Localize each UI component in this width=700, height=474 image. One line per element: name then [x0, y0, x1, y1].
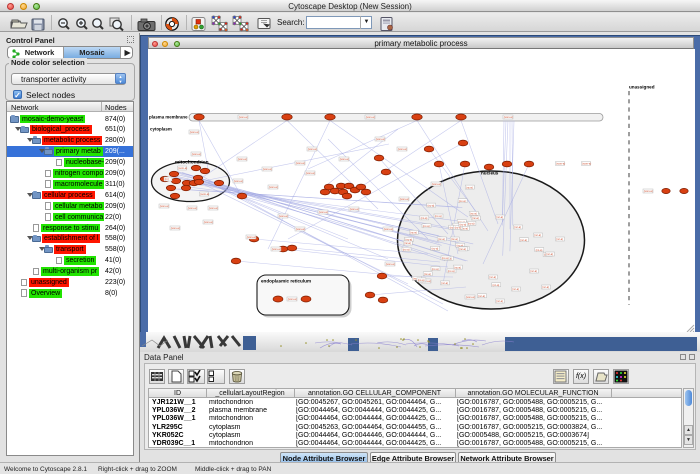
- svg-text:(nc-a): (nc-a): [459, 199, 466, 203]
- svg-text:(som-a): (som-a): [308, 147, 317, 151]
- svg-text:(nc-a): (nc-a): [489, 275, 496, 279]
- svg-text:(nc-a): (nc-a): [468, 222, 475, 226]
- svg-text:mitochondrion: mitochondrion: [175, 160, 209, 166]
- svg-text:(som-a): (som-a): [178, 166, 187, 170]
- svg-text:(som-a): (som-a): [340, 157, 349, 161]
- svg-text:(nc-a): (nc-a): [459, 247, 466, 251]
- svg-text:plasma membrane: plasma membrane: [149, 115, 188, 120]
- svg-text:(nc-a): (nc-a): [435, 214, 442, 218]
- svg-text:(som-a): (som-a): [306, 171, 315, 175]
- svg-text:(nc-a): (nc-a): [472, 216, 479, 220]
- svg-text:(nc-a): (nc-a): [441, 281, 448, 285]
- svg-text:(som-a): (som-a): [239, 115, 248, 119]
- svg-text:(nc-a): (nc-a): [428, 203, 435, 207]
- svg-text:(som-a): (som-a): [190, 130, 199, 134]
- svg-text:(nc-a): (nc-a): [496, 299, 503, 303]
- svg-text:(som-a): (som-a): [238, 157, 247, 161]
- svg-text:(som-a): (som-a): [272, 247, 281, 251]
- svg-text:(som-a): (som-a): [582, 162, 591, 166]
- svg-text:(som-a): (som-a): [384, 227, 393, 231]
- svg-text:endoplasmic reticulum: endoplasmic reticulum: [261, 279, 311, 284]
- svg-text:(som-a): (som-a): [556, 162, 565, 166]
- svg-text:(nc-a): (nc-a): [432, 267, 439, 271]
- svg-text:(nc-a): (nc-a): [438, 237, 445, 241]
- svg-text:(nc-a): (nc-a): [424, 272, 431, 276]
- svg-text:(som-a): (som-a): [386, 262, 395, 266]
- svg-text:(nc-a): (nc-a): [534, 233, 541, 237]
- svg-text:(som-a): (som-a): [296, 161, 305, 165]
- svg-text:(som-a): (som-a): [279, 214, 288, 218]
- svg-text:(som-a): (som-a): [209, 206, 218, 210]
- svg-text:(som-a): (som-a): [398, 147, 407, 151]
- svg-text:(som-a): (som-a): [204, 220, 213, 224]
- svg-text:(nc-a): (nc-a): [448, 269, 455, 273]
- svg-text:(nc-a): (nc-a): [423, 224, 430, 228]
- svg-text:(nc-a): (nc-a): [542, 285, 549, 289]
- svg-text:(nc-a): (nc-a): [466, 185, 473, 189]
- svg-text:(nc-a): (nc-a): [454, 265, 461, 269]
- svg-text:(som-a): (som-a): [504, 115, 513, 119]
- svg-text:(som-a): (som-a): [171, 226, 180, 230]
- svg-text:(nc-a): (nc-a): [403, 247, 410, 251]
- svg-text:(som-a): (som-a): [376, 137, 385, 141]
- svg-text:(som-a): (som-a): [263, 167, 272, 171]
- svg-text:(som-a): (som-a): [160, 204, 169, 208]
- svg-text:(som-a): (som-a): [432, 182, 441, 186]
- svg-text:unassigned: unassigned: [629, 85, 655, 90]
- svg-text:(nc-a): (nc-a): [460, 223, 467, 227]
- svg-text:(som-a): (som-a): [400, 197, 409, 201]
- svg-text:(nc-a): (nc-a): [421, 216, 428, 220]
- svg-text:(som-a): (som-a): [234, 179, 243, 183]
- svg-text:(som-a): (som-a): [366, 115, 375, 119]
- svg-text:(som-a): (som-a): [319, 210, 328, 214]
- svg-text:(nc-a): (nc-a): [536, 248, 543, 252]
- svg-text:nucleus: nucleus: [481, 171, 499, 176]
- svg-text:(nc-a): (nc-a): [432, 247, 439, 251]
- svg-text:(nc-a): (nc-a): [410, 231, 417, 235]
- svg-text:(nc-a): (nc-a): [530, 269, 537, 273]
- svg-text:(som-a): (som-a): [350, 207, 359, 211]
- svg-text:(som-a): (som-a): [188, 206, 197, 210]
- svg-text:(nc-a): (nc-a): [556, 237, 563, 241]
- svg-text:(som-a): (som-a): [192, 152, 201, 156]
- svg-text:(som-a): (som-a): [466, 295, 475, 299]
- svg-text:(nc-a): (nc-a): [512, 287, 519, 291]
- svg-text:(m): (m): [165, 177, 169, 181]
- svg-text:(som-a): (som-a): [296, 227, 305, 231]
- svg-text:(nc-a): (nc-a): [404, 241, 411, 245]
- svg-text:(nc-a): (nc-a): [442, 256, 449, 260]
- svg-text:(som-a): (som-a): [200, 192, 209, 196]
- svg-text:(nc-a): (nc-a): [418, 278, 425, 282]
- svg-text:(nc-a): (nc-a): [546, 252, 553, 256]
- svg-text:(som-a): (som-a): [644, 189, 653, 193]
- svg-text:(som-a): (som-a): [269, 185, 278, 189]
- svg-text:(nc-a): (nc-a): [470, 212, 477, 216]
- svg-text:(nc-a): (nc-a): [520, 238, 527, 242]
- svg-text:(nc-a): (nc-a): [478, 294, 485, 298]
- svg-text:(som-a): (som-a): [247, 235, 256, 239]
- svg-text:(som-a): (som-a): [288, 297, 297, 301]
- svg-text:cytoplasm: cytoplasm: [150, 127, 172, 132]
- svg-text:(nc-a): (nc-a): [496, 215, 503, 219]
- svg-text:(nc-a): (nc-a): [514, 225, 521, 229]
- svg-text:(nc-a): (nc-a): [493, 283, 500, 287]
- svg-text:(nc-a): (nc-a): [451, 237, 458, 241]
